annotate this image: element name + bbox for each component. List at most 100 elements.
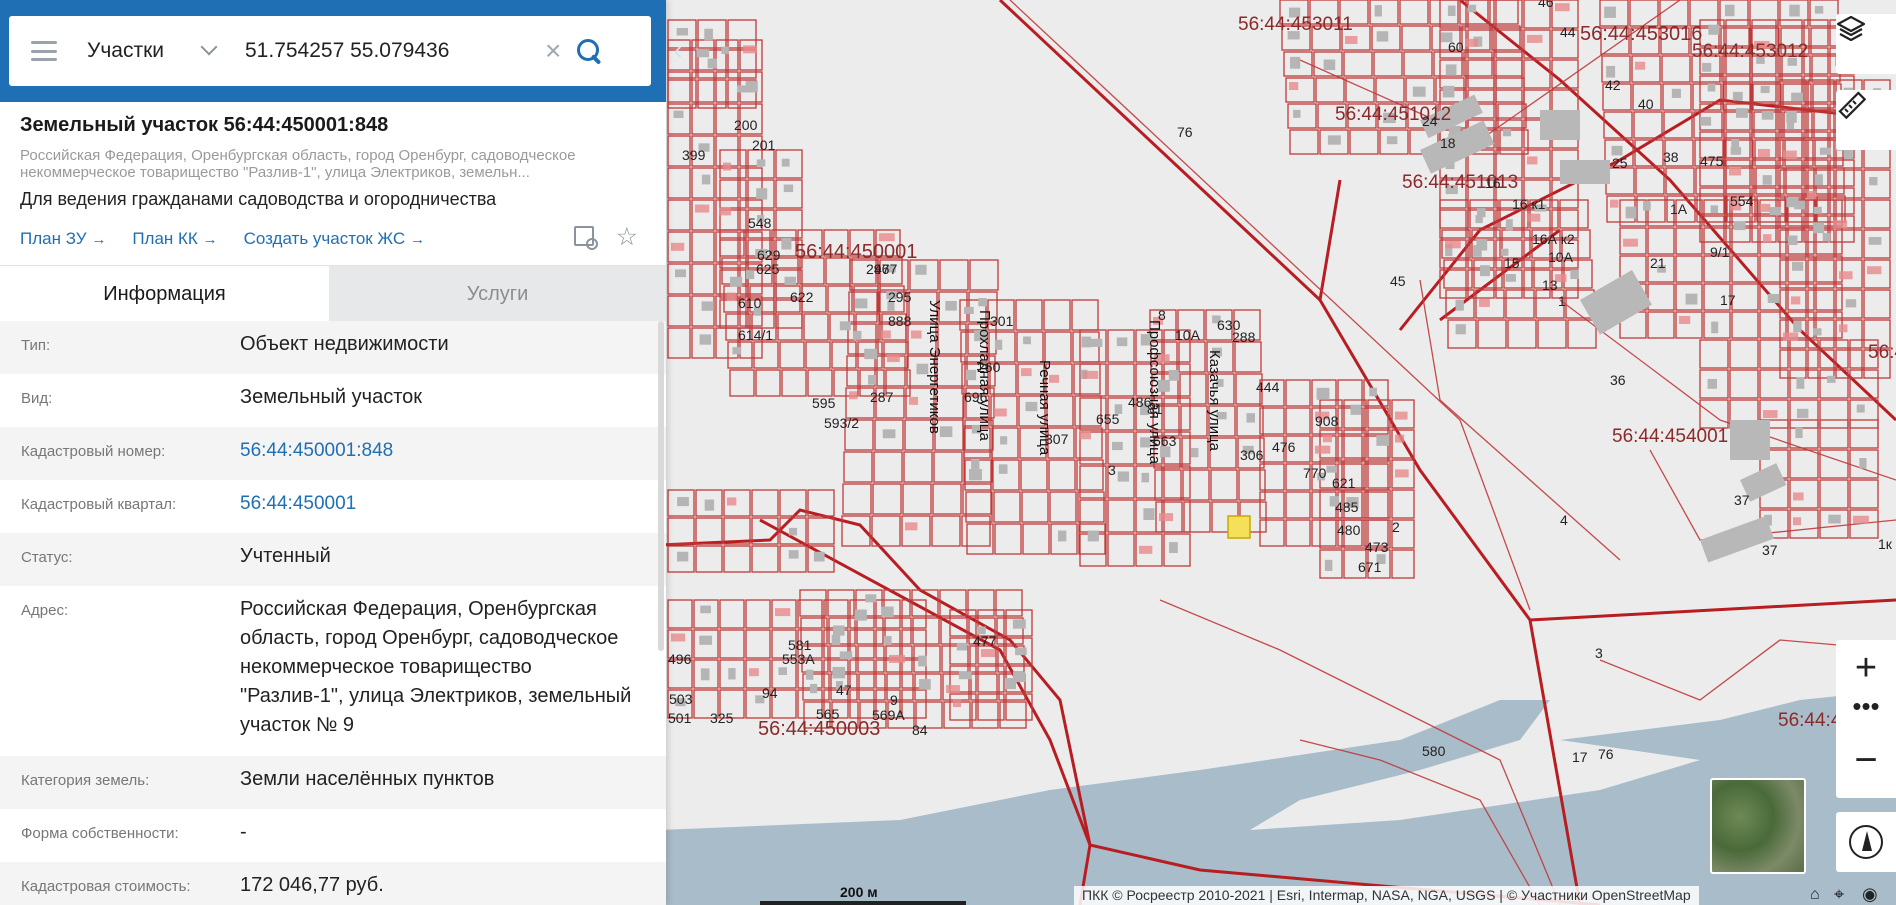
search-document-icon[interactable] — [573, 226, 598, 250]
info-value: Российская Федерация, Оренбургская облас… — [240, 598, 632, 736]
parcel-number-label: 614/1 — [738, 327, 773, 343]
parcel-number-label: 37 — [1762, 542, 1778, 558]
parcel-number-label: 554 — [1730, 193, 1754, 209]
parcel-number-label: 10А — [1175, 327, 1201, 343]
compass-button[interactable] — [1836, 812, 1896, 872]
info-row-land-category: Категория земель: Земли населённых пункт… — [0, 756, 666, 809]
info-label: Кадастровая стоимость: — [21, 878, 191, 895]
search-mode-select[interactable]: Участки — [87, 39, 197, 63]
parcel-number-label: 473 — [1365, 539, 1389, 555]
parcel-number-label: 888 — [888, 313, 912, 329]
info-row-address: Адрес: Российская Федерация, Оренбургска… — [0, 586, 666, 756]
info-row-cadastral-value: Кадастровая стоимость: 172 046,77 руб. — [0, 862, 666, 905]
info-value: Земли населённых пунктов — [240, 768, 495, 790]
quarter-label: 56:44:453012 — [1692, 41, 1808, 62]
home-icon[interactable]: ⌂ — [1810, 886, 1820, 904]
basemap-switcher-thumbnail[interactable] — [1710, 778, 1806, 874]
clear-icon[interactable]: × — [545, 37, 561, 65]
parcel-number-label: 21 — [1650, 255, 1666, 271]
parcel-number-label: 40 — [1638, 96, 1654, 112]
search-icon[interactable] — [575, 37, 603, 65]
parcel-number-label: 38 — [1663, 149, 1679, 165]
info-label: Тип: — [21, 337, 51, 354]
info-row-type: Тип: Объект недвижимости — [0, 321, 666, 374]
parcel-number-label: 569А — [872, 707, 905, 723]
parcel-number-label: 13 — [1542, 277, 1558, 293]
plan-zu-link[interactable]: План ЗУ → — [20, 229, 106, 249]
info-value: 172 046,77 руб. — [240, 874, 384, 896]
quarter-label: 56:44:454001 — [1612, 426, 1728, 447]
quarter-label: 56:44:453016 — [1580, 23, 1702, 45]
parcel-number-label: 548 — [748, 215, 772, 231]
info-label: Адрес: — [21, 602, 69, 619]
parcel-number-label: 580 — [1422, 743, 1446, 759]
parcel-number-label: 47 — [836, 682, 852, 698]
parcel-number-label: 696 — [964, 389, 988, 405]
parcel-number-label: 260 — [977, 359, 1001, 375]
cadastral-number-link[interactable]: 56:44:450001:848 — [240, 436, 666, 480]
parcel-number-label: 770 — [1303, 465, 1327, 481]
panel-tabs: Информация Услуги — [0, 265, 666, 321]
parcel-number-label: 655 — [1096, 411, 1120, 427]
parcel-number-label: 1к — [1878, 536, 1893, 552]
plan-kk-link[interactable]: План КК → — [132, 229, 217, 249]
info-value: Земельный участок — [240, 386, 423, 408]
info-row-cadastral-quarter: Кадастровый квартал: 56:44:450001 — [0, 480, 666, 533]
search-input[interactable] — [245, 39, 535, 63]
quarter-label: 56:44:450001 — [795, 241, 917, 263]
app-root: 56:44:450001 56:44:450003 56:44:454001 56:4… — [0, 0, 1896, 905]
parcel-number-label: 1А — [1670, 201, 1688, 217]
selected-parcel[interactable] — [1227, 515, 1251, 539]
tab-information[interactable]: Информация — [0, 266, 329, 321]
parcel-number-label: 24 — [1422, 113, 1438, 129]
parcel-number-label: 306 — [1240, 447, 1264, 463]
info-label: Категория земель: — [21, 772, 150, 789]
parcel-number-label: 16 — [1485, 175, 1501, 191]
more-options-button[interactable]: ••• — [1836, 693, 1896, 732]
scale-label: 200 м — [840, 884, 878, 900]
collapse-panel-button[interactable]: ‹ — [666, 30, 690, 70]
tab-services[interactable]: Услуги — [329, 266, 666, 321]
parcel-number-label: 45 — [1390, 273, 1406, 289]
zoom-out-button[interactable]: − — [1836, 732, 1896, 792]
parcel-number-label: 553А — [782, 651, 815, 667]
info-label: Кадастровый квартал: — [21, 496, 177, 513]
info-row-cadastral-number: Кадастровый номер: 56:44:450001:848 — [0, 427, 666, 480]
parcel-number-label: 1 — [1558, 293, 1566, 309]
search-bar: Участки × — [0, 0, 666, 102]
parcel-number-label: 295 — [888, 289, 912, 305]
search-box: Участки × — [9, 16, 651, 86]
parcel-card: Земельный участок 56:44:450001:848 Росси… — [0, 102, 666, 254]
parcel-number-label: 663 — [1153, 433, 1177, 449]
map-attribution[interactable]: ПКК © Росреестр 2010-2021 | Esri, Interm… — [1074, 886, 1699, 905]
parcel-number-label: 301 — [990, 313, 1014, 329]
parcel-number-label: 307 — [1045, 431, 1069, 447]
eye-icon[interactable]: ◉ — [1862, 884, 1878, 905]
ruler-icon — [1838, 91, 1866, 120]
card-actions: ☆ — [573, 225, 638, 250]
parcel-number-label: 8 — [1158, 307, 1166, 323]
chevron-down-icon[interactable] — [200, 38, 218, 56]
parcel-number-label: 3 — [1108, 462, 1116, 478]
scale-bar: 200 м — [760, 884, 966, 905]
parcel-number-label: 621 — [1332, 475, 1356, 491]
parcel-number-label: 25 — [1612, 155, 1628, 171]
create-parcel-link[interactable]: Создать участок ЖС → — [244, 229, 425, 249]
parcel-number-label: 485 — [1335, 499, 1359, 515]
parcel-number-label: 9/1 — [1710, 244, 1730, 260]
favorite-star-icon[interactable]: ☆ — [616, 225, 638, 250]
locate-icon[interactable]: ⌖ — [1834, 884, 1844, 905]
zoom-in-button[interactable]: + — [1836, 640, 1896, 696]
scale-bar-line — [760, 901, 966, 905]
layers-button[interactable] — [1836, 14, 1896, 74]
parcel-number-label: 76 — [1598, 746, 1614, 762]
cadastral-quarter-link[interactable]: 56:44:450001 — [240, 489, 666, 533]
panel-scrollbar[interactable] — [658, 321, 664, 651]
ruler-button[interactable] — [1836, 90, 1896, 150]
parcel-number-label: 3 — [1595, 645, 1603, 661]
parcel-number-label: 16А к2 — [1532, 231, 1575, 247]
parcel-number-label: 671 — [1358, 559, 1382, 575]
street-label: Прохладная улица — [976, 310, 993, 441]
menu-icon[interactable] — [31, 41, 57, 61]
parcel-number-label: 296 — [866, 261, 890, 277]
